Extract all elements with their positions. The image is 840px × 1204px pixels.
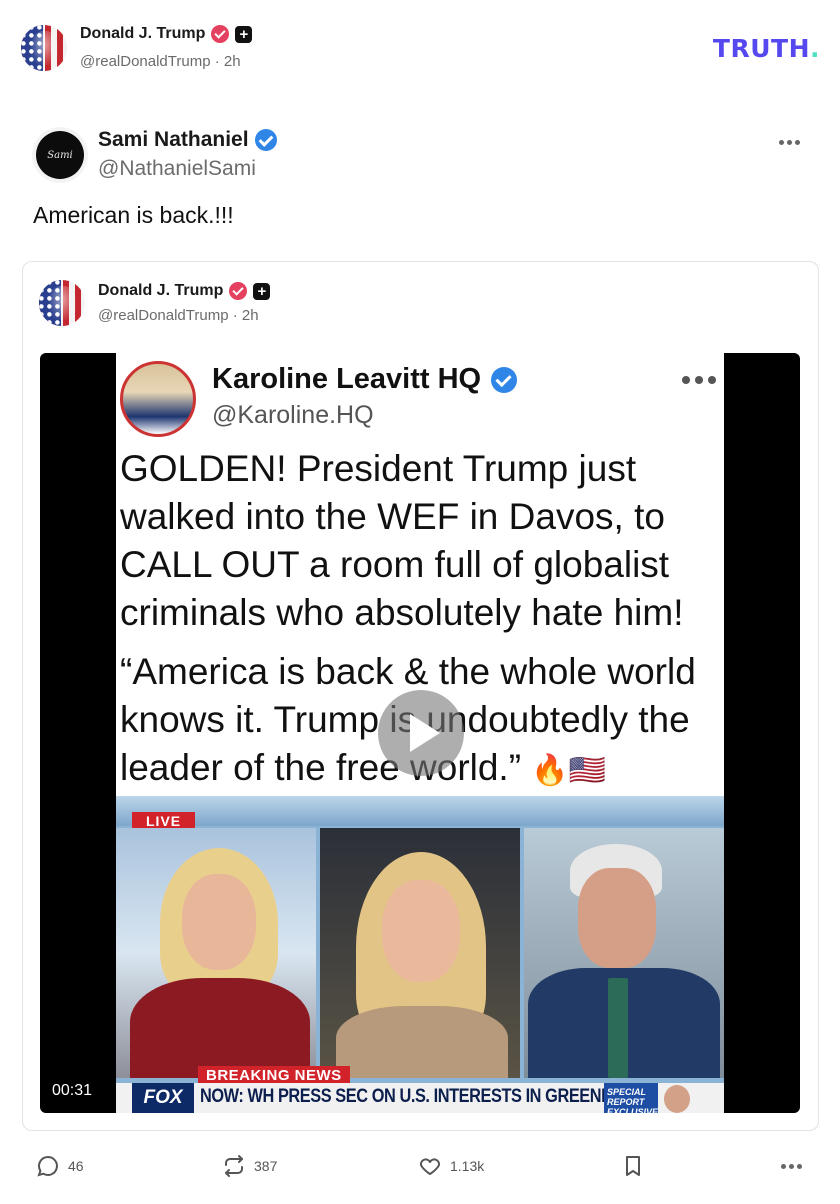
post-text: American is back.!!! [33, 202, 234, 228]
frame-account-row: Karoline Leavitt HQ [212, 363, 518, 396]
truth-logo[interactable]: TRUTH. [713, 34, 820, 63]
broadcast-top-bar [116, 796, 724, 826]
post-author-row: Sami Nathaniel [98, 128, 277, 152]
action-bar: 46 387 1.13k [0, 1148, 840, 1188]
video-player[interactable]: Karoline Leavitt HQ @Karoline.HQ GOLDEN!… [40, 353, 800, 1113]
news-broadcast: LIVE BREAKING NEWS FOX NOW: WH PRESS SEC… [116, 796, 724, 1113]
logo-dot: . [810, 34, 820, 63]
retruth-icon [225, 1155, 243, 1177]
avatar[interactable] [21, 25, 67, 71]
post-author-handle[interactable]: @NathanielSami [98, 157, 256, 181]
quoted-post-time: 2h [241, 307, 259, 324]
verified-badge-icon [211, 25, 230, 43]
retruth-count: 387 [254, 1158, 278, 1174]
author-row: Donald J. Trump + [80, 25, 253, 43]
special-report-thumbnail [664, 1085, 690, 1113]
quoted-author-handle-row: @realDonaldTrump · 2h [98, 307, 259, 324]
like-button[interactable]: 1.13k [418, 1154, 484, 1178]
separator-dot: · [214, 53, 224, 70]
guest-panel-center [320, 828, 520, 1078]
avatar[interactable]: Sami [36, 131, 84, 179]
special-report-label: SPECIAL REPORT EXCLUSIVE [604, 1083, 658, 1113]
frame-more-icon [682, 376, 716, 384]
avatar-text: Sami [47, 149, 73, 161]
news-ticker: FOX NOW: WH PRESS SEC ON U.S. INTERESTS … [116, 1083, 724, 1113]
author-handle-row: @realDonaldTrump · 2h [80, 53, 241, 70]
network-logo: FOX [132, 1083, 194, 1113]
post-author-name[interactable]: Sami Nathaniel [98, 128, 249, 152]
logo-text: TRUTH [712, 34, 810, 63]
verified-badge-icon [254, 129, 277, 151]
quoted-author-row: Donald J. Trump + [98, 282, 271, 300]
repost-header: Donald J. Trump + @realDonaldTrump · 2h … [0, 0, 840, 90]
verified-badge-icon [229, 282, 248, 300]
plus-badge-icon: + [253, 282, 271, 300]
more-options-icon[interactable] [779, 140, 800, 145]
separator-dot: · [232, 307, 242, 324]
video-duration: 00:31 [52, 1082, 93, 1099]
frame-body-text: GOLDEN! President Trump just walked into… [120, 448, 684, 633]
reply-button[interactable]: 46 [36, 1154, 84, 1178]
verified-badge-icon [491, 366, 518, 393]
author-name[interactable]: Donald J. Trump [80, 25, 205, 43]
bookmark-icon [626, 1156, 640, 1176]
anchor-panel-right [524, 828, 724, 1078]
reply-count: 46 [68, 1158, 84, 1174]
like-count: 1.13k [450, 1158, 485, 1174]
retruth-button[interactable]: 387 [222, 1154, 277, 1178]
bookmark-button[interactable] [622, 1154, 644, 1178]
frame-avatar [120, 361, 196, 437]
anchor-panel-left [116, 828, 316, 1078]
reply-icon [37, 1155, 58, 1177]
avatar[interactable] [39, 280, 85, 326]
play-button-icon[interactable] [378, 690, 464, 776]
post-time: 2h [223, 53, 241, 70]
fire-flag-emoji: 🔥🇺🇸 [531, 753, 607, 788]
frame-account-handle: @Karoline.HQ [212, 401, 374, 429]
more-options-icon[interactable] [781, 1164, 802, 1169]
author-handle[interactable]: @realDonaldTrump [80, 53, 211, 70]
quoted-author-name[interactable]: Donald J. Trump [98, 282, 223, 300]
heart-icon [419, 1158, 441, 1175]
ticker-text: NOW: WH PRESS SEC ON U.S. INTERESTS IN G… [200, 1086, 645, 1107]
quoted-author-handle[interactable]: @realDonaldTrump [98, 307, 229, 324]
plus-badge-icon: + [235, 25, 253, 43]
frame-account-name: Karoline Leavitt HQ [212, 363, 482, 395]
